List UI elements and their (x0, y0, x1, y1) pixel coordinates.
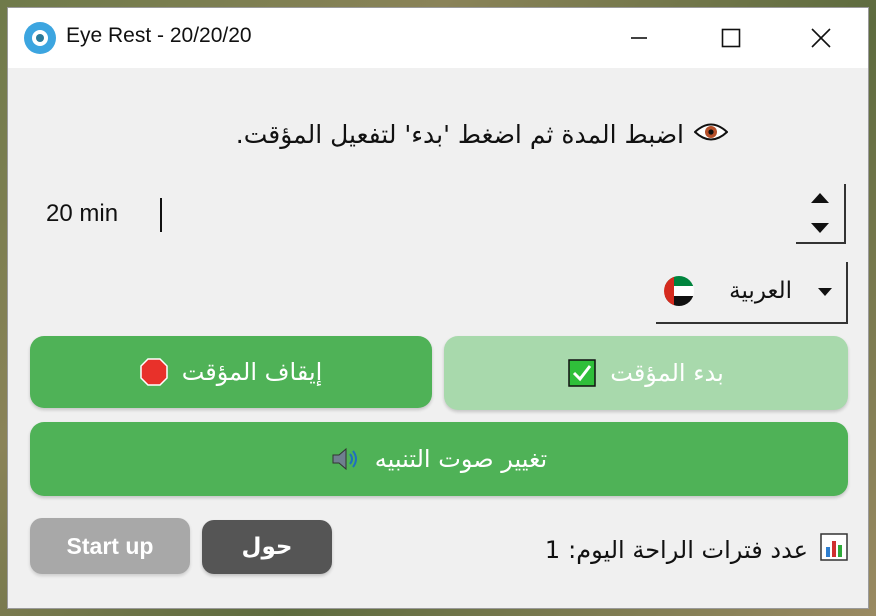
spin-arrows (796, 184, 846, 244)
text-caret (160, 198, 162, 232)
language-select[interactable]: العربية (656, 262, 848, 324)
rest-count-label: عدد فترات الراحة اليوم: (568, 536, 808, 564)
maximize-button[interactable] (708, 18, 754, 58)
app-window: Eye Rest - 20/20/20 اضبط المدة ثم اضغط '… (8, 8, 868, 608)
change-sound-button[interactable]: تغيير صوت التنبيه (30, 422, 848, 496)
minimize-icon (631, 37, 647, 39)
stop-timer-label: إيقاف المؤقت (181, 358, 323, 386)
triangle-up-icon (811, 193, 829, 203)
speaker-icon (331, 447, 361, 471)
dropdown-arrow[interactable] (810, 280, 840, 304)
title-bar[interactable]: Eye Rest - 20/20/20 (8, 8, 868, 68)
instruction-line: اضبط المدة ثم اضغط 'بدء' لتفعيل المؤقت. (138, 114, 729, 154)
eye-icon (693, 120, 729, 149)
spin-up-button[interactable] (796, 184, 844, 212)
close-button[interactable] (798, 18, 844, 58)
stop-timer-button[interactable]: إيقاف المؤقت (30, 336, 432, 408)
uae-flag-icon (664, 276, 694, 306)
start-timer-label: بدء المؤقت (610, 359, 724, 387)
triangle-down-icon (811, 223, 829, 233)
check-box-icon (568, 359, 597, 387)
maximize-icon (721, 28, 741, 48)
eye-app-icon (24, 22, 56, 54)
duration-value[interactable]: 20 min (46, 200, 118, 228)
about-button[interactable]: حول (202, 520, 332, 574)
start-timer-button[interactable]: بدء المؤقت (444, 336, 848, 410)
close-icon (811, 28, 831, 48)
instruction-text: اضبط المدة ثم اضغط 'بدء' لتفعيل المؤقت. (235, 119, 684, 149)
minimize-button[interactable] (616, 18, 662, 58)
bar-chart-icon (820, 533, 848, 567)
language-value: العربية (729, 278, 792, 304)
rest-count: عدد فترات الراحة اليوم: 1 (478, 530, 848, 570)
rest-count-value: 1 (544, 536, 561, 564)
chevron-down-icon (818, 288, 832, 296)
stop-sign-icon (139, 358, 168, 386)
spin-down-button[interactable] (796, 214, 844, 242)
duration-spinbox[interactable]: 20 min (38, 184, 846, 244)
startup-button[interactable]: Start up (30, 518, 190, 574)
change-sound-label: تغيير صوت التنبيه (374, 445, 548, 473)
window-title: Eye Rest - 20/20/20 (66, 24, 252, 47)
